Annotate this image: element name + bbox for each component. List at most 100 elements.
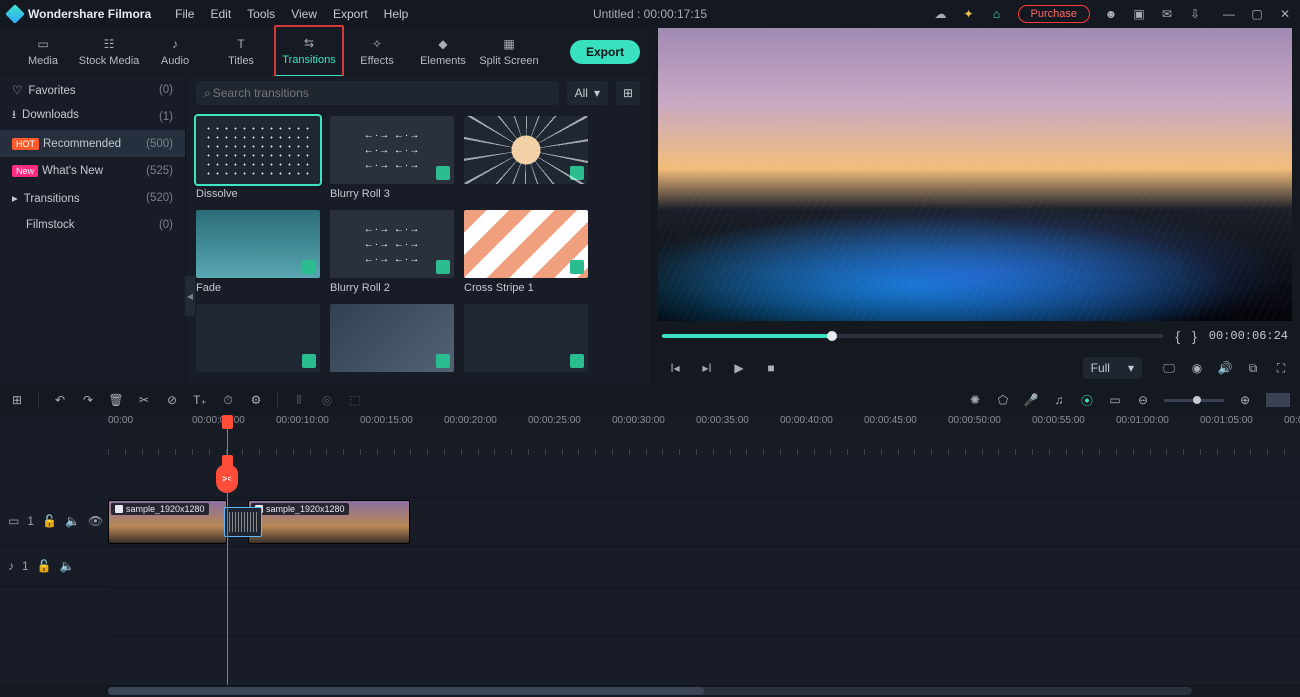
layout-icon[interactable]: ⊞: [10, 393, 24, 407]
download-icon[interactable]: [302, 354, 316, 368]
tab-media[interactable]: ▭Media: [10, 28, 76, 76]
save-icon[interactable]: ▣: [1132, 7, 1146, 21]
lightbulb-icon[interactable]: ✦: [962, 7, 976, 21]
mute-icon[interactable]: 🔈: [60, 559, 75, 573]
user-avatar-icon[interactable]: ☻: [1104, 7, 1118, 21]
sidebar-item-transitions[interactable]: ▸Transitions(520): [0, 184, 185, 211]
transition-card[interactable]: Fade: [196, 210, 320, 294]
video-clip[interactable]: sample_1920x1280: [108, 500, 227, 544]
download-icon[interactable]: [570, 260, 584, 274]
sidebar-item-filmstock[interactable]: Filmstock(0): [0, 211, 185, 238]
volume-icon[interactable]: 🔊: [1218, 361, 1232, 375]
sidebar-item-favorites[interactable]: ♡Favorites(0): [0, 76, 185, 103]
transition-thumb[interactable]: [196, 304, 320, 372]
transition-thumb[interactable]: [464, 210, 588, 278]
download-icon[interactable]: [570, 354, 584, 368]
mute-icon[interactable]: 🔈: [65, 514, 80, 528]
menu-edit[interactable]: Edit: [210, 7, 231, 21]
menu-file[interactable]: File: [175, 7, 194, 21]
color-icon[interactable]: ✺: [968, 393, 982, 407]
crop-denoise-icon[interactable]: ⊘: [165, 393, 179, 407]
audio-track-head[interactable]: ♪ 1 🔓 🔈: [0, 546, 108, 587]
menu-tools[interactable]: Tools: [247, 7, 275, 21]
audio-lane[interactable]: [108, 547, 1300, 588]
video-preview[interactable]: [658, 28, 1292, 321]
pip-icon[interactable]: ⧉: [1246, 361, 1260, 375]
marker-blocks-icon[interactable]: [1266, 393, 1290, 407]
cut-icon[interactable]: ✂: [137, 393, 151, 407]
message-icon[interactable]: ✉: [1160, 7, 1174, 21]
text-icon[interactable]: T₊: [193, 393, 207, 407]
quality-dropdown[interactable]: Full▾: [1083, 357, 1142, 379]
align-icon[interactable]: ⦿: [1080, 393, 1094, 407]
snapshot-icon[interactable]: ◉: [1190, 361, 1204, 375]
greenscreen-icon[interactable]: ⬚: [348, 393, 362, 407]
minimize-icon[interactable]: ―: [1222, 7, 1236, 21]
marker-manager-icon[interactable]: ⬠: [996, 393, 1010, 407]
zoom-out-icon[interactable]: ⊖: [1136, 393, 1150, 407]
audio-mixer-icon[interactable]: ♫: [1052, 393, 1066, 407]
close-icon[interactable]: ✕: [1278, 7, 1292, 21]
download-icon[interactable]: [436, 260, 450, 274]
tab-titles[interactable]: TTitles: [208, 28, 274, 76]
zoom-slider[interactable]: [1164, 399, 1224, 402]
headset-icon[interactable]: ⌂: [990, 7, 1004, 21]
transition-card[interactable]: [330, 304, 454, 376]
mark-in-button[interactable]: {: [1175, 328, 1180, 344]
tab-audio[interactable]: ♪Audio: [142, 28, 208, 76]
menu-view[interactable]: View: [291, 7, 317, 21]
mark-out-button[interactable]: }: [1192, 328, 1197, 344]
sidebar-item-whatsnew[interactable]: NewWhat's New(525): [0, 157, 185, 184]
transition-card[interactable]: [196, 304, 320, 376]
download-icon[interactable]: [302, 260, 316, 274]
monitor-icon[interactable]: 🖵: [1162, 361, 1176, 375]
transition-card[interactable]: ←·→ ←·→←·→ ←·→←·→ ←·→Blurry Roll 3: [330, 116, 454, 200]
redo-icon[interactable]: ↷: [81, 393, 95, 407]
time-ruler[interactable]: 00:0000:00:05:0000:00:10:0000:00:15:0000…: [108, 415, 1300, 455]
menu-help[interactable]: Help: [384, 7, 409, 21]
undo-icon[interactable]: ↶: [53, 393, 67, 407]
transition-thumb[interactable]: [464, 304, 588, 372]
render-icon[interactable]: ▭: [1108, 393, 1122, 407]
prev-frame-icon[interactable]: I◂: [668, 361, 682, 375]
tab-elements[interactable]: ◆Elements: [410, 28, 476, 76]
lock-icon[interactable]: 🔓: [37, 559, 52, 573]
fullscreen-icon[interactable]: ⛶: [1274, 361, 1288, 375]
stop-icon[interactable]: ■: [764, 361, 778, 375]
transition-thumb[interactable]: ←·→ ←·→←·→ ←·→←·→ ←·→: [330, 210, 454, 278]
zoom-in-icon[interactable]: ⊕: [1238, 393, 1252, 407]
cloud-icon[interactable]: ☁: [934, 7, 948, 21]
track-lanes[interactable]: sample_1920x1280 sample_1920x1280 ✂: [108, 455, 1300, 685]
transition-thumb[interactable]: [196, 116, 320, 184]
speed-icon[interactable]: ⏱: [221, 393, 235, 407]
visibility-icon[interactable]: 👁: [88, 514, 103, 528]
maximize-icon[interactable]: ▢: [1250, 7, 1264, 21]
voice-icon[interactable]: 🎤: [1024, 393, 1038, 407]
download-icon[interactable]: [436, 166, 450, 180]
transition-card[interactable]: ←·→ ←·→←·→ ←·→←·→ ←·→Blurry Roll 2: [330, 210, 454, 294]
download-icon[interactable]: [570, 166, 584, 180]
transition-thumb[interactable]: [196, 210, 320, 278]
scissor-marker[interactable]: ✂: [216, 465, 238, 493]
sidebar-collapse-handle[interactable]: ◂: [185, 276, 195, 316]
purchase-button[interactable]: Purchase: [1018, 5, 1090, 23]
record-icon[interactable]: ◎: [320, 393, 334, 407]
transition-card[interactable]: Dissolve: [196, 116, 320, 200]
transition-thumb[interactable]: [464, 116, 588, 184]
export-button[interactable]: Export: [570, 40, 640, 64]
transition-marker[interactable]: [224, 507, 262, 537]
tab-effects[interactable]: ✧Effects: [344, 28, 410, 76]
video-lane[interactable]: sample_1920x1280 sample_1920x1280: [108, 498, 1300, 547]
adjust-icon[interactable]: ⚙: [249, 393, 263, 407]
voiceover-icon[interactable]: ⫴: [292, 393, 306, 407]
tab-stockmedia[interactable]: ☷Stock Media: [76, 28, 142, 76]
download-icon[interactable]: [436, 354, 450, 368]
next-frame-icon[interactable]: ▸I: [700, 361, 714, 375]
menu-export[interactable]: Export: [333, 7, 368, 21]
preview-progress[interactable]: [662, 334, 1163, 338]
video-clip[interactable]: sample_1920x1280: [248, 500, 410, 544]
search-input-wrap[interactable]: ⌕: [196, 81, 559, 105]
mic-icon[interactable]: ⇩: [1188, 7, 1202, 21]
tab-splitscreen[interactable]: ▦Split Screen: [476, 28, 542, 76]
search-input[interactable]: [211, 85, 551, 101]
